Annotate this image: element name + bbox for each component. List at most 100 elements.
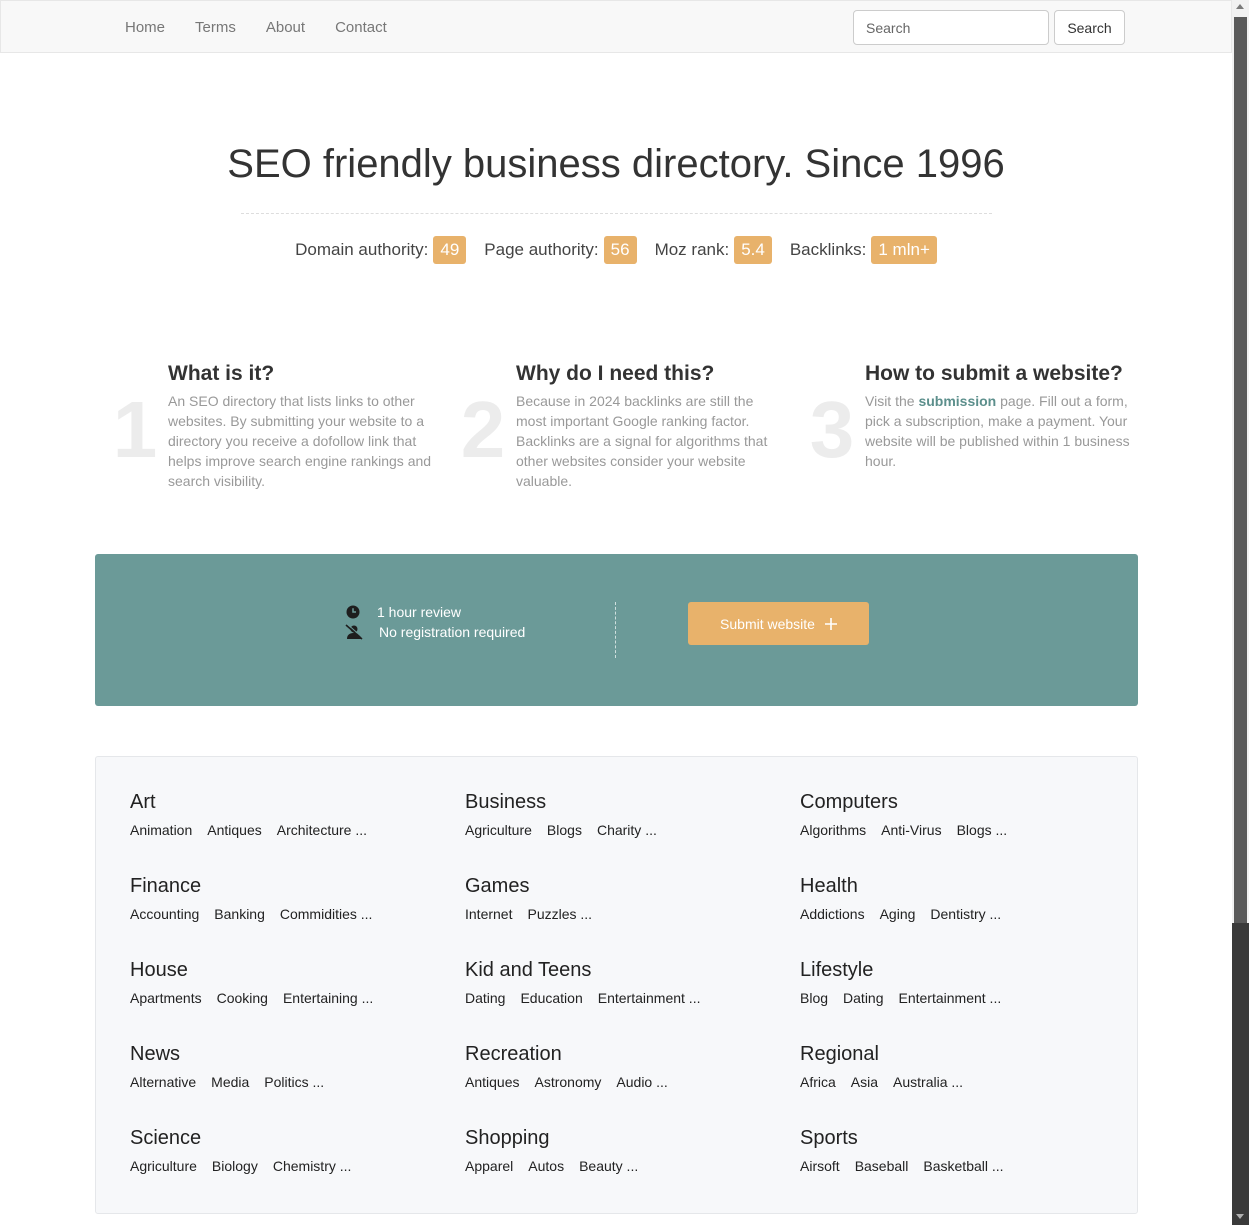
search-button[interactable]: Search	[1054, 10, 1125, 45]
nav-contact-link[interactable]: Contact	[320, 19, 402, 36]
stat-badge: 56	[603, 236, 637, 264]
submission-link[interactable]: submission	[918, 393, 996, 409]
subcategory-link[interactable]: Entertainment ...	[899, 990, 1002, 1006]
category-business: Business Agriculture Blogs Charity ...	[465, 791, 785, 838]
submit-website-label: Submit website	[720, 615, 815, 632]
stat-label: Moz rank:	[654, 240, 730, 259]
category-title-link[interactable]: Finance	[130, 875, 450, 898]
nav-home-link[interactable]: Home	[110, 19, 180, 36]
subcategory-link[interactable]: Internet	[465, 906, 512, 922]
subcategory-link[interactable]: Dentistry ...	[930, 906, 1001, 922]
subcategory-link[interactable]: Algorithms	[800, 822, 866, 838]
category-recreation: Recreation Antiques Astronomy Audio ...	[465, 1043, 785, 1090]
cta-registration: No registration required	[345, 624, 525, 640]
subcategory-list: Blog Dating Entertainment ...	[800, 990, 1120, 1006]
subcategory-link[interactable]: Autos	[528, 1158, 564, 1174]
subcategory-link[interactable]: Chemistry ...	[273, 1158, 352, 1174]
category-title-link[interactable]: News	[130, 1043, 450, 1066]
subcategory-link[interactable]: Baseball	[855, 1158, 909, 1174]
category-title-link[interactable]: Kid and Teens	[465, 959, 785, 982]
subcategory-link[interactable]: Astronomy	[534, 1074, 601, 1090]
feature-number: 1	[112, 385, 158, 474]
category-health: Health Addictions Aging Dentistry ...	[800, 875, 1120, 922]
category-title-link[interactable]: Art	[130, 791, 450, 814]
subcategory-link[interactable]: Aging	[880, 906, 916, 922]
search-input[interactable]	[853, 10, 1049, 45]
subcategory-list: Apartments Cooking Entertaining ...	[130, 990, 450, 1006]
subcategory-link[interactable]: Agriculture	[465, 822, 532, 838]
cta-registration-text: No registration required	[379, 624, 526, 640]
subcategory-link[interactable]: Entertaining ...	[283, 990, 373, 1006]
subcategory-list: Addictions Aging Dentistry ...	[800, 906, 1120, 922]
category-title-link[interactable]: Recreation	[465, 1043, 785, 1066]
subcategory-link[interactable]: Africa	[800, 1074, 836, 1090]
cta-review-text: 1 hour review	[377, 604, 462, 620]
subcategory-link[interactable]: Apartments	[130, 990, 202, 1006]
subcategory-link[interactable]: Biology	[212, 1158, 258, 1174]
subcategory-list: Apparel Autos Beauty ...	[465, 1158, 785, 1174]
category-title-link[interactable]: Business	[465, 791, 785, 814]
subcategory-link[interactable]: Architecture ...	[277, 822, 367, 838]
subcategory-link[interactable]: Puzzles ...	[527, 906, 592, 922]
subcategory-list: Alternative Media Politics ...	[130, 1074, 450, 1090]
subcategory-link[interactable]: Accounting	[130, 906, 199, 922]
stat-badge: 1 mln+	[871, 236, 937, 264]
subcategory-link[interactable]: Dating	[843, 990, 883, 1006]
subcategory-link[interactable]: Agriculture	[130, 1158, 197, 1174]
subcategory-link[interactable]: Beauty ...	[579, 1158, 638, 1174]
subcategory-link[interactable]: Blogs	[547, 822, 582, 838]
subcategory-link[interactable]: Australia ...	[893, 1074, 963, 1090]
subcategory-link[interactable]: Blogs ...	[957, 822, 1008, 838]
subcategory-list: Accounting Banking Commidities ...	[130, 906, 450, 922]
feature-text-before: Visit the	[865, 393, 919, 409]
subcategory-link[interactable]: Asia	[851, 1074, 878, 1090]
subcategory-link[interactable]: Airsoft	[800, 1158, 840, 1174]
nav-links: Home Terms About Contact	[110, 1, 402, 54]
submit-website-button[interactable]: Submit website	[688, 602, 869, 645]
subcategory-link[interactable]: Media	[211, 1074, 249, 1090]
subcategory-link[interactable]: Alternative	[130, 1074, 196, 1090]
subcategory-link[interactable]: Banking	[214, 906, 265, 922]
category-title-link[interactable]: Health	[800, 875, 1120, 898]
subcategory-link[interactable]: Cooking	[217, 990, 268, 1006]
category-title-link[interactable]: Sports	[800, 1127, 1120, 1150]
category-title-link[interactable]: Lifestyle	[800, 959, 1120, 982]
category-title-link[interactable]: Computers	[800, 791, 1120, 814]
nav-about-link[interactable]: About	[251, 19, 320, 36]
subcategory-list: Algorithms Anti-Virus Blogs ...	[800, 822, 1120, 838]
subcategory-list: Antiques Astronomy Audio ...	[465, 1074, 785, 1090]
scroll-down-arrow-icon[interactable]	[1236, 1214, 1244, 1219]
subcategory-link[interactable]: Apparel	[465, 1158, 513, 1174]
subcategory-link[interactable]: Basketball ...	[923, 1158, 1003, 1174]
subcategory-link[interactable]: Antiques	[207, 822, 261, 838]
subcategory-link[interactable]: Education	[520, 990, 582, 1006]
scrollbar[interactable]	[1232, 0, 1249, 1225]
category-science: Science Agriculture Biology Chemistry ...	[130, 1127, 450, 1174]
category-title-link[interactable]: Shopping	[465, 1127, 785, 1150]
subcategory-link[interactable]: Politics ...	[264, 1074, 324, 1090]
navbar: Home Terms About Contact Search	[0, 0, 1232, 53]
scroll-track[interactable]	[1232, 923, 1249, 1225]
category-title-link[interactable]: Games	[465, 875, 785, 898]
feature-text: Visit the submission page. Fill out a fo…	[865, 391, 1130, 471]
subcategory-link[interactable]: Charity ...	[597, 822, 657, 838]
scroll-thumb[interactable]	[1234, 17, 1247, 923]
subcategory-link[interactable]: Anti-Virus	[881, 822, 941, 838]
nav-terms-link[interactable]: Terms	[180, 19, 251, 36]
subcategory-link[interactable]: Commidities ...	[280, 906, 373, 922]
category-title-link[interactable]: House	[130, 959, 450, 982]
subcategory-link[interactable]: Antiques	[465, 1074, 519, 1090]
subcategory-link[interactable]: Dating	[465, 990, 505, 1006]
subcategory-link[interactable]: Addictions	[800, 906, 865, 922]
subcategory-link[interactable]: Entertainment ...	[598, 990, 701, 1006]
clock-icon	[346, 605, 360, 619]
feature-text: An SEO directory that lists links to oth…	[168, 393, 432, 489]
category-title-link[interactable]: Regional	[800, 1043, 1120, 1066]
subcategory-link[interactable]: Blog	[800, 990, 828, 1006]
category-title-link[interactable]: Science	[130, 1127, 450, 1150]
subcategory-link[interactable]: Audio ...	[616, 1074, 667, 1090]
scroll-up-arrow-icon[interactable]	[1236, 4, 1244, 9]
category-sports: Sports Airsoft Baseball Basketball ...	[800, 1127, 1120, 1174]
subcategory-link[interactable]: Animation	[130, 822, 192, 838]
subcategory-list: Africa Asia Australia ...	[800, 1074, 1120, 1090]
